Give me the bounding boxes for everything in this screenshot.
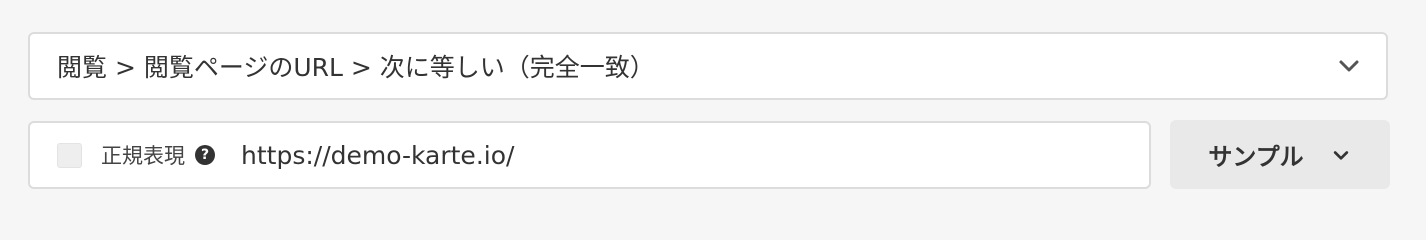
regex-checkbox[interactable]: [57, 142, 82, 168]
question-circle-icon[interactable]: ?: [195, 145, 215, 165]
sample-button-label: サンプル: [1208, 143, 1304, 171]
regex-label: 正規表現: [101, 144, 185, 168]
condition-select[interactable]: 閲覧 > 閲覧ページのURL > 次に等しい（完全一致）: [28, 32, 1388, 100]
chevron-down-icon: [1336, 53, 1362, 79]
url-input[interactable]: [241, 135, 1149, 175]
sample-button[interactable]: サンプル: [1170, 120, 1390, 189]
condition-select-value: 閲覧 > 閲覧ページのURL > 次に等しい（完全一致）: [57, 53, 655, 82]
url-value-field: 正規表現 ?: [28, 121, 1151, 189]
chevron-down-icon: [1330, 144, 1352, 166]
